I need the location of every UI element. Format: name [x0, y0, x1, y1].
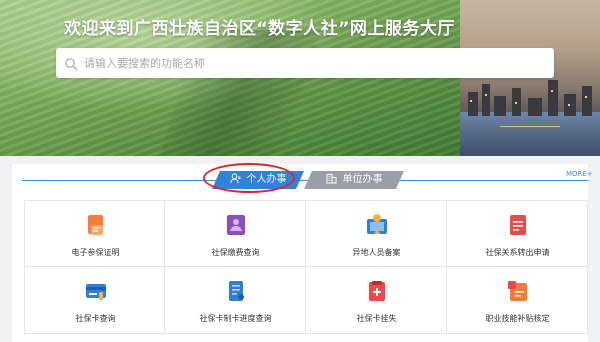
service-grid: 电子参保证明 社保缴费查询 异地人员备案 社保关系转出申请 社保卡查询 社保卡制… — [24, 200, 590, 342]
service-item-social-security-payment-query[interactable]: 社保缴费查询 — [165, 200, 306, 267]
tab-divider — [22, 180, 588, 181]
card-loss-report-icon — [365, 279, 389, 303]
certificate-icon — [84, 213, 108, 237]
relocation-record-icon — [365, 213, 389, 237]
search-input[interactable] — [84, 48, 544, 78]
card-query-icon — [84, 279, 108, 303]
service-item-card-production-progress-query[interactable]: 社保卡制卡进度查询 — [165, 267, 306, 334]
tab-unit-affairs[interactable]: 单位办事 — [304, 171, 404, 189]
skill-subsidy-icon — [506, 279, 530, 303]
tab-personal-affairs[interactable]: 个人办事 — [212, 171, 304, 189]
service-item-electronic-insurance-certificate[interactable]: 电子参保证明 — [24, 200, 165, 267]
card-progress-icon — [224, 279, 248, 303]
service-item-social-security-card-query[interactable]: 社保卡查询 — [24, 267, 165, 334]
service-item-remote-personnel-record[interactable]: 异地人员备案 — [306, 200, 447, 267]
person-icon — [230, 173, 241, 191]
tab-personal-label: 个人办事 — [246, 174, 287, 185]
payment-query-icon — [224, 213, 248, 237]
search-icon — [64, 56, 78, 71]
service-item-social-security-transfer-application[interactable]: 社保关系转出申请 — [447, 200, 588, 267]
tab-unit-label: 单位办事 — [342, 174, 383, 185]
search-box[interactable] — [56, 48, 554, 78]
service-item-vocational-skill-subsidy[interactable]: 职业技能补贴核定 — [447, 267, 588, 334]
transfer-application-icon — [506, 213, 530, 237]
building-icon — [326, 173, 337, 191]
banner: 欢迎来到广西壮族自治区“数字人社”网上服务大厅 — [0, 0, 600, 156]
service-item-card-loss-report[interactable]: 社保卡挂失 — [306, 267, 447, 334]
more-link[interactable]: MORE+ — [566, 170, 593, 178]
page-title: 欢迎来到广西壮族自治区“数字人社”网上服务大厅 — [64, 19, 455, 39]
